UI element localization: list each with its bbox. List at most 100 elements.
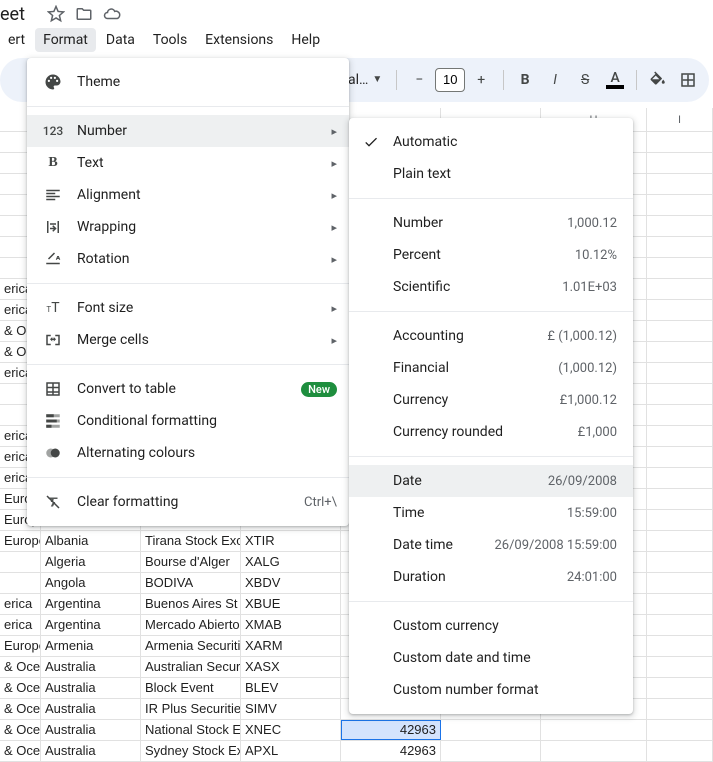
text-color-button[interactable]: A <box>602 66 628 94</box>
cell[interactable] <box>647 573 713 593</box>
cell[interactable]: Buenos Aires St <box>141 594 241 614</box>
cell[interactable] <box>647 489 713 509</box>
number-format-custom-date-and-time[interactable]: Custom date and time <box>349 642 633 674</box>
strikethrough-button[interactable]: S <box>572 66 598 94</box>
number-format-automatic[interactable]: Automatic <box>349 126 633 158</box>
cell[interactable]: Algeria <box>41 552 141 572</box>
cell[interactable]: erica <box>0 615 41 635</box>
cell[interactable] <box>647 699 713 719</box>
cell[interactable]: Argentina <box>41 594 141 614</box>
cell[interactable]: Australia <box>41 657 141 677</box>
menu-data[interactable]: Data <box>98 28 143 52</box>
cell[interactable] <box>0 573 41 593</box>
cell[interactable]: IR Plus Securitie <box>141 699 241 719</box>
cell[interactable] <box>647 237 713 257</box>
cell[interactable]: erica <box>0 594 41 614</box>
cell[interactable] <box>647 741 713 761</box>
number-format-time[interactable]: Time15:59:00 <box>349 497 633 529</box>
format-menu-clear-formatting[interactable]: Clear formattingCtrl+\ <box>27 486 349 518</box>
number-format-currency[interactable]: Currency£1,000.12 <box>349 384 633 416</box>
cell[interactable] <box>647 300 713 320</box>
cell[interactable] <box>647 720 713 740</box>
cell[interactable]: Tirana Stock Exc <box>141 531 241 551</box>
borders-button[interactable] <box>675 66 701 94</box>
cell[interactable]: Angola <box>41 573 141 593</box>
cell[interactable] <box>541 720 647 740</box>
cell[interactable] <box>647 678 713 698</box>
cell[interactable]: BODIVA <box>141 573 241 593</box>
menu-insert[interactable]: ert <box>0 28 33 52</box>
format-menu-conditional-formatting[interactable]: Conditional formatting <box>27 405 349 437</box>
cell[interactable]: XBUE <box>241 594 341 614</box>
menu-help[interactable]: Help <box>283 28 328 52</box>
cell[interactable] <box>647 552 713 572</box>
cell[interactable] <box>441 720 541 740</box>
cell[interactable]: Australian Secur <box>141 657 241 677</box>
cell[interactable]: Albania <box>41 531 141 551</box>
number-format-date-time[interactable]: Date time26/09/2008 15:59:00 <box>349 529 633 561</box>
cell[interactable] <box>441 741 541 761</box>
format-menu-text[interactable]: BText▸ <box>27 147 349 179</box>
cell[interactable] <box>647 363 713 383</box>
cell[interactable]: Armenia <box>41 636 141 656</box>
format-menu-wrapping[interactable]: Wrapping▸ <box>27 211 349 243</box>
cell[interactable] <box>541 741 647 761</box>
format-menu-theme[interactable]: Theme <box>27 66 349 98</box>
number-format-custom-currency[interactable]: Custom currency <box>349 610 633 642</box>
format-menu-font-size[interactable]: TTFont size▸ <box>27 292 349 324</box>
cell[interactable] <box>647 216 713 236</box>
cell[interactable] <box>647 195 713 215</box>
cell[interactable]: Europe <box>0 636 41 656</box>
cell[interactable] <box>647 531 713 551</box>
number-format-custom-number-format[interactable]: Custom number format <box>349 674 633 706</box>
format-menu-convert-to-table[interactable]: Convert to tableNew <box>27 373 349 405</box>
increase-font-size-button[interactable]: + <box>467 66 495 94</box>
cell[interactable] <box>647 447 713 467</box>
cell[interactable]: APXL <box>241 741 341 761</box>
table-row[interactable]: & OceaAustraliaNational Stock EXNEC42963 <box>0 720 713 741</box>
cell[interactable]: XARM <box>241 636 341 656</box>
cell[interactable]: XNEC <box>241 720 341 740</box>
cell[interactable]: Argentina <box>41 615 141 635</box>
cell[interactable]: National Stock E <box>141 720 241 740</box>
cell[interactable]: & Ocea <box>0 720 41 740</box>
number-format-accounting[interactable]: Accounting£ (1,000.12) <box>349 320 633 352</box>
cell[interactable] <box>647 342 713 362</box>
cell[interactable]: Australia <box>41 678 141 698</box>
cell[interactable]: Block Event <box>141 678 241 698</box>
cloud-status-icon[interactable] <box>103 5 121 23</box>
menu-format[interactable]: Format <box>35 28 96 52</box>
menu-extensions[interactable]: Extensions <box>197 28 281 52</box>
format-menu-rotation[interactable]: Rotation▸ <box>27 243 349 275</box>
italic-button[interactable]: I <box>542 66 568 94</box>
cell[interactable]: XASX <box>241 657 341 677</box>
cell[interactable]: & Ocea <box>0 741 41 761</box>
cell[interactable] <box>647 258 713 278</box>
format-menu-number[interactable]: 123Number▸ <box>27 115 349 147</box>
cell[interactable]: XALG <box>241 552 341 572</box>
format-menu-merge-cells[interactable]: Merge cells▸ <box>27 324 349 356</box>
cell[interactable]: 42963 <box>341 720 441 740</box>
cell[interactable] <box>647 426 713 446</box>
cell[interactable]: Europe <box>0 531 41 551</box>
cell[interactable]: Australia <box>41 741 141 761</box>
cell[interactable] <box>647 636 713 656</box>
menu-tools[interactable]: Tools <box>145 28 195 52</box>
cell[interactable]: Sydney Stock Ex <box>141 741 241 761</box>
format-menu-alignment[interactable]: Alignment▸ <box>27 179 349 211</box>
table-row[interactable]: & OceaAustraliaSydney Stock ExAPXL42963 <box>0 741 713 762</box>
cell[interactable] <box>647 153 713 173</box>
cell[interactable]: & Ocea <box>0 657 41 677</box>
cell[interactable] <box>647 174 713 194</box>
number-format-duration[interactable]: Duration24:01:00 <box>349 561 633 593</box>
cell[interactable] <box>647 132 713 152</box>
cell[interactable]: 42963 <box>341 741 441 761</box>
star-icon[interactable] <box>47 5 65 23</box>
cell[interactable] <box>647 657 713 677</box>
cell[interactable]: BLEV <box>241 678 341 698</box>
move-folder-icon[interactable] <box>75 5 93 23</box>
cell[interactable] <box>0 552 41 572</box>
cell[interactable] <box>647 384 713 404</box>
format-menu-alternating-colours[interactable]: Alternating colours <box>27 437 349 469</box>
cell[interactable]: SIMV <box>241 699 341 719</box>
